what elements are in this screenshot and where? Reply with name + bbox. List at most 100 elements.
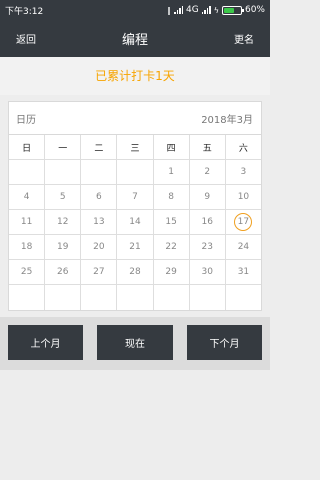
calendar-empty-cell: [81, 160, 118, 184]
calendar-day-today[interactable]: 17: [226, 210, 261, 234]
calendar-day[interactable]: 18: [9, 235, 46, 259]
calendar-day-number: 2: [204, 167, 211, 177]
calendar-month: 2018年3月: [201, 114, 253, 126]
calendar-day[interactable]: 8: [154, 185, 190, 209]
streak-banner: 已累计打卡1天: [0, 57, 270, 95]
status-icons: ‖ 4G ϟ 60%: [167, 5, 265, 15]
calendar-card: 日历 2018年3月 日一二三四五六 1 2 3 4 5 6 7 8 9 10 11 12 13 14 15 1…: [8, 101, 262, 311]
prev-month-button[interactable]: 上个月: [8, 325, 83, 360]
calendar-day-number: 8: [168, 192, 174, 202]
calendar-day-number: 10: [237, 192, 250, 202]
calendar-day[interactable]: 4: [9, 185, 46, 209]
calendar-day-number: 22: [165, 242, 177, 252]
calendar-day[interactable]: 20: [81, 235, 118, 259]
calendar-day-number: 6: [95, 192, 102, 202]
calendar-day-number: 27: [93, 267, 105, 277]
calendar-day[interactable]: 23: [190, 235, 226, 259]
page-title: 编程: [121, 33, 148, 48]
calendar-day[interactable]: 12: [45, 210, 82, 234]
weekday-row: 日一二三四五 六: [9, 135, 261, 160]
calendar-empty-cell: [117, 160, 154, 184]
nav-bar: 返回 编程 更名: [0, 20, 270, 57]
calendar-empty-cell: [190, 285, 226, 310]
calendar-day[interactable]: 16: [190, 210, 226, 234]
calendar-week-row: 4 5 6 7 8 9 10: [9, 185, 261, 210]
weekday-header: 日: [9, 135, 46, 159]
calendar-week-row: [9, 285, 261, 310]
calendar-day-number: 4: [23, 192, 30, 202]
calendar-day-number: 15: [165, 217, 177, 227]
calendar-day[interactable]: 3: [226, 160, 261, 184]
calendar-empty-cell: [45, 160, 82, 184]
calendar-day-number: 12: [56, 217, 69, 227]
calendar-empty-cell: [226, 285, 261, 310]
weekday-header: 六: [238, 143, 248, 154]
calendar-empty-cell: [45, 285, 82, 310]
weekday-header: 一: [45, 135, 82, 159]
calendar-day[interactable]: 21: [117, 235, 154, 259]
calendar-day-number: 11: [20, 217, 33, 227]
calendar-day[interactable]: 31: [226, 260, 261, 284]
calendar-day[interactable]: 29: [154, 260, 190, 284]
calendar-day-number: 17: [234, 213, 253, 231]
weekday-header: 四: [154, 135, 190, 159]
vibrate-icon: ‖: [167, 5, 171, 15]
next-month-button[interactable]: 下个月: [187, 325, 262, 360]
calendar-day[interactable]: 24: [226, 235, 261, 259]
calendar-day-number: 13: [93, 217, 105, 227]
calendar-day[interactable]: 6: [81, 185, 118, 209]
calendar-day[interactable]: 5: [45, 185, 82, 209]
calendar-day-number: 3: [240, 167, 247, 177]
calendar-day[interactable]: 11: [9, 210, 46, 234]
status-time: 下午3:12: [5, 6, 44, 17]
calendar-day-number: 9: [204, 192, 211, 202]
calendar-day[interactable]: 26: [45, 260, 82, 284]
calendar-day-number: 20: [93, 242, 105, 252]
battery-fill: [223, 7, 234, 13]
charging-icon: ϟ: [213, 5, 219, 15]
calendar-week-row: 18 19 20 21 22 23 24: [9, 235, 261, 260]
calendar-day-number: 31: [237, 267, 250, 277]
calendar-day-number: 1: [168, 167, 174, 177]
calendar-day[interactable]: 10: [226, 185, 261, 209]
calendar-day-number: 18: [20, 242, 33, 252]
current-month-button[interactable]: 现在: [97, 325, 173, 360]
calendar-day[interactable]: 9: [190, 185, 226, 209]
calendar-day-number: 19: [56, 242, 69, 252]
calendar-day[interactable]: 15: [154, 210, 190, 234]
calendar-day[interactable]: 27: [81, 260, 118, 284]
calendar-day-number: 24: [237, 242, 250, 252]
calendar-week-row: 25 26 27 28 29 30 31: [9, 260, 261, 285]
calendar-day-number: 21: [129, 242, 141, 252]
calendar-day-number: 26: [56, 267, 69, 277]
back-button[interactable]: 返回: [16, 31, 36, 46]
battery-percent: 60%: [244, 5, 265, 15]
calendar-day-number: 5: [59, 192, 66, 202]
calendar-day-number: 14: [129, 217, 141, 227]
rename-button[interactable]: 更名: [234, 31, 254, 46]
calendar-day[interactable]: 30: [190, 260, 226, 284]
calendar-header: 日历 2018年3月: [9, 102, 261, 135]
calendar-day[interactable]: 2: [190, 160, 226, 184]
calendar-day[interactable]: 22: [154, 235, 190, 259]
calendar-day[interactable]: 1: [154, 160, 190, 184]
calendar-day-number: 25: [20, 267, 33, 277]
calendar-empty-cell: [9, 285, 46, 310]
calendar-empty-cell: [117, 285, 154, 310]
calendar-day-number: 16: [201, 217, 213, 227]
network-type: 4G: [186, 5, 199, 15]
signal-icon: [174, 6, 183, 14]
calendar-day-number: 7: [132, 192, 138, 202]
calendar-day-number: 30: [201, 267, 213, 277]
calendar-day[interactable]: 28: [117, 260, 154, 284]
battery-icon: [221, 5, 244, 15]
calendar-day[interactable]: 19: [45, 235, 82, 259]
calendar-day[interactable]: 7: [117, 185, 154, 209]
calendar-day[interactable]: 14: [117, 210, 154, 234]
calendar-day-number: 29: [165, 267, 177, 277]
calendar-grid: 日一二三四五六 1 2 3 4 5 6 7 8 9 10 11 12 13 14 15 16 17 18 19 20 21…: [9, 135, 261, 310]
weekday-header: 五: [190, 135, 226, 159]
signal-icon-2: [201, 6, 211, 14]
calendar-day[interactable]: 25: [9, 260, 46, 284]
calendar-day[interactable]: 13: [81, 210, 118, 234]
